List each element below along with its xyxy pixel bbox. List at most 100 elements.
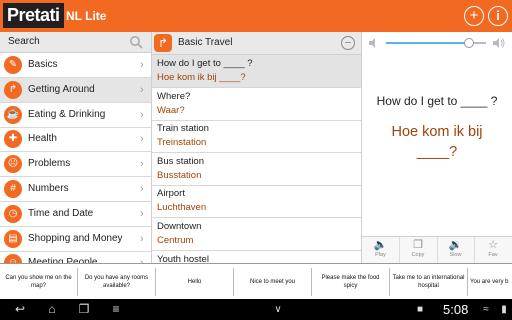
info-icon: i [496, 8, 500, 23]
action-label: Play [375, 252, 386, 258]
system-clock: 5:08 [443, 302, 469, 317]
phrase-english: Airport [157, 188, 185, 200]
fav-button[interactable]: ☆ Fav [475, 237, 512, 264]
battery-icon: ▮ [501, 304, 507, 315]
search-label: Search [8, 36, 40, 47]
detail-panel: How do I get to ____ ? Hoe kom ik bij __… [362, 32, 512, 264]
info-button[interactable]: i [488, 6, 508, 26]
phrase-dutch: Busstation [157, 169, 202, 181]
recent-apps-icon[interactable]: ❐ [74, 302, 94, 317]
chevron-right-icon: › [140, 133, 144, 146]
action-label: Slow [449, 252, 462, 258]
action-label: Fav [488, 252, 498, 258]
volume-bar [362, 32, 512, 54]
chevron-right-icon: › [140, 232, 144, 245]
play-button[interactable]: 🔈 Play [362, 237, 400, 264]
phrase-dutch: Hoe kom ik bij ____? [157, 72, 246, 83]
sidebar-item-category[interactable]: ☹ Problems › [0, 152, 151, 178]
chevron-right-icon: › [140, 59, 144, 71]
copy-button[interactable]: ❐ Copy [400, 237, 438, 264]
menu-nav-icon[interactable]: ≡ [106, 302, 126, 317]
quick-phrase-button[interactable]: Take me to an international hospital [390, 268, 468, 296]
sidebar-item-category[interactable]: ▤ Shopping and Money › [0, 227, 151, 252]
translated-phrase: Hoe kom ik bij ____? [391, 124, 483, 160]
back-arrow-icon: ↱ [157, 36, 169, 50]
phrase-english: Where? [157, 90, 191, 102]
category-label: Health [28, 133, 57, 145]
chevron-right-icon: › [140, 207, 144, 220]
chevron-right-icon: › [140, 158, 144, 171]
sidebar-item-category[interactable]: ↱ Getting Around › [0, 77, 151, 103]
meeting-people-icon: ☺ [4, 254, 22, 263]
star-icon: ☆ [488, 239, 498, 251]
plus-icon: + [469, 7, 479, 24]
copy-icon: ❐ [413, 239, 423, 251]
section-title: Basic Travel [178, 37, 233, 48]
eating-drinking-icon: ☕ [4, 105, 22, 124]
phrase-panel: ↱ Basic Travel − How do I get to ____ ? … [152, 32, 362, 263]
wifi-icon: ≈ [483, 304, 489, 315]
keyboard-hide-icon[interactable]: ∨ [268, 302, 288, 317]
phrase-english: Downtown [157, 221, 202, 232]
search-bar[interactable]: Search [0, 32, 151, 53]
quick-phrase-button[interactable]: Can you show me on the map? [0, 268, 78, 296]
sidebar-item-category[interactable]: ☺ Meeting People › [0, 251, 151, 263]
app-logo: Pretati [3, 3, 64, 28]
app-bar: Pretati NL Lite + i [0, 0, 512, 32]
quick-phrase-button[interactable]: Hello [156, 268, 234, 296]
action-label: Copy [411, 252, 425, 258]
chevron-right-icon: › [140, 251, 144, 263]
health-icon: ✚ [4, 130, 22, 149]
shopping-money-icon: ▤ [4, 229, 22, 248]
numbers-icon: # [4, 180, 22, 198]
slow-button[interactable]: 🔉 Slow [437, 237, 475, 264]
sidebar-item-category[interactable]: ✎ Basics › [0, 53, 151, 78]
minus-icon: − [344, 37, 352, 49]
phrase-english: How do I get to ____ ? [157, 58, 253, 69]
quick-phrase-button[interactable]: You are very b [468, 268, 512, 296]
back-nav-icon[interactable]: ↩ [10, 302, 30, 317]
phrase-item[interactable]: Bus station Busstation [152, 153, 361, 186]
phrase-dutch: Luchthaven [157, 202, 207, 214]
quick-phrase-button[interactable]: Nice to meet you [234, 268, 312, 296]
search-icon[interactable] [129, 35, 143, 49]
sidebar-item-category[interactable]: ✚ Health › [0, 127, 151, 153]
collapse-button[interactable]: − [341, 36, 355, 50]
category-label: Problems [28, 158, 71, 170]
chevron-right-icon: › [140, 183, 144, 195]
speaker-loud-icon [493, 38, 505, 48]
phrase-item[interactable]: How do I get to ____ ? Hoe kom ik bij __… [152, 55, 361, 88]
sidebar-item-category[interactable]: ☕ Eating & Drinking › [0, 103, 151, 128]
phrase-dutch: Centrum [157, 235, 194, 246]
volume-slider-track[interactable] [386, 42, 469, 44]
quick-phrase-bar: Can you show me on the map? Do you have a… [0, 263, 512, 300]
source-phrase: How do I get to ____ ? [376, 94, 498, 108]
phrase-item[interactable]: Where? Waar? [152, 88, 361, 121]
phrase-item[interactable]: Downtown Centrum [152, 218, 361, 251]
sidebar-item-category[interactable]: # Numbers › [0, 177, 151, 202]
category-label: Numbers [28, 183, 69, 194]
getting-around-icon: ↱ [4, 80, 22, 99]
category-label: Eating & Drinking [28, 108, 106, 120]
back-button[interactable]: ↱ [154, 34, 172, 52]
sidebar-item-category[interactable]: ◷ Time and Date › [0, 202, 151, 227]
time-date-icon: ◷ [4, 204, 22, 223]
add-button[interactable]: + [464, 6, 484, 26]
phrase-item[interactable]: Train station Treinstation [152, 120, 361, 154]
quick-phrase-button[interactable]: Please make the food spicy [312, 268, 390, 296]
volume-slider-thumb[interactable] [463, 38, 474, 48]
phrase-dutch: Waar? [157, 104, 185, 116]
section-header: ↱ Basic Travel − [152, 32, 361, 55]
chevron-right-icon: › [140, 83, 144, 96]
quick-phrase-button[interactable]: Do you have any rooms available? [78, 268, 156, 296]
phrase-item[interactable]: Youth hostel [152, 251, 361, 263]
category-label: Shopping and Money [28, 232, 123, 244]
phrase-english: Youth hostel [157, 253, 209, 263]
category-label: Time and Date [28, 207, 94, 219]
slow-icon: 🔉 [448, 239, 463, 251]
basics-icon: ✎ [4, 56, 22, 74]
category-panel: Search ✎ Basics › ↱ Getting Around › ☕ Eat… [0, 32, 152, 263]
phrase-item[interactable]: Airport Luchthaven [152, 185, 361, 219]
home-nav-icon[interactable]: ⌂ [42, 302, 62, 317]
app-title: NL Lite [66, 9, 107, 23]
